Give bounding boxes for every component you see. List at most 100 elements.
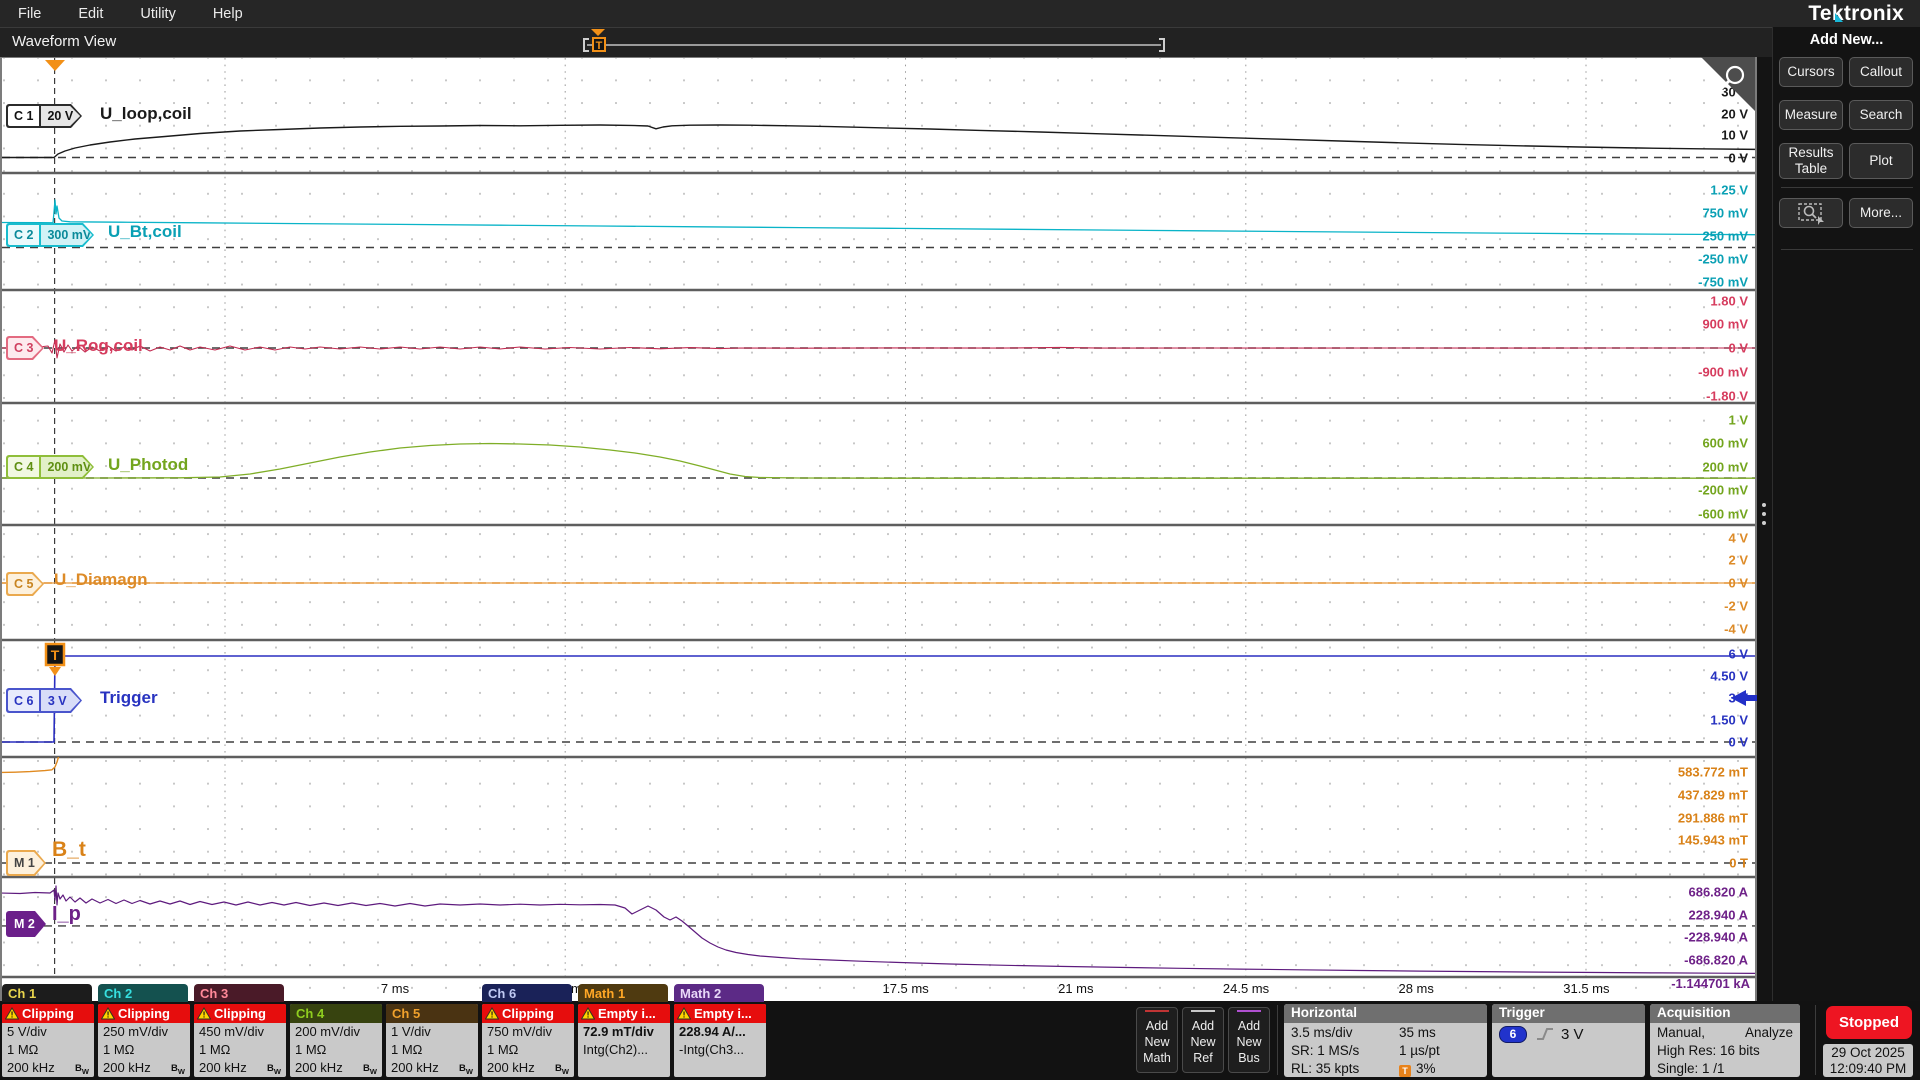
channel-box-header-ch4: Ch 4 xyxy=(290,1004,382,1023)
zoom-select-button[interactable] xyxy=(1779,198,1843,228)
menu-item-help[interactable]: Help xyxy=(213,6,243,22)
bandwidth-limit-icon: BW xyxy=(171,1060,185,1077)
run-stop-status-button[interactable]: Stopped xyxy=(1826,1006,1912,1039)
channel-box-ch5[interactable]: Ch 51 V/div1 MΩ200 kHzBW xyxy=(386,1004,478,1077)
channel-tab-ch2[interactable]: Ch 2 xyxy=(98,984,188,1002)
trigger-panel[interactable]: Trigger 6 3 V xyxy=(1492,1004,1645,1077)
acquisition-panel[interactable]: Acquisition Manual,AnalyzeHigh Res: 16 b… xyxy=(1650,1004,1800,1077)
warning-icon: ! xyxy=(581,1007,595,1020)
trigger-level-arrow-icon[interactable] xyxy=(1731,689,1757,707)
horizontal-row: 3.5 ms/div35 ms xyxy=(1284,1024,1487,1042)
channel-box-ch1[interactable]: !Clipping5 V/div1 MΩ200 kHzBW xyxy=(2,1004,94,1077)
y-axis-label-ch2: 250 mV xyxy=(1600,229,1748,244)
time-axis-label: 24.5 ms xyxy=(1223,981,1269,996)
channel-box-ch4[interactable]: Ch 4200 mV/div1 MΩ200 kHzBW xyxy=(290,1004,382,1077)
zoom-select-icon xyxy=(1796,201,1826,225)
y-axis-label-math2: 228.940 A xyxy=(1600,907,1748,922)
svg-text:!: ! xyxy=(11,1010,14,1020)
channel-title-ch5: U_Diamagn xyxy=(54,570,148,590)
channel-setting-row: 1 MΩ xyxy=(98,1041,190,1059)
channel-box-ch3[interactable]: !Clipping450 mV/div1 MΩ200 kHzBW xyxy=(194,1004,286,1077)
sidebar-button-search[interactable]: Search xyxy=(1849,100,1913,130)
channel-box-math1[interactable]: !Empty i...72.9 mT/divIntg(Ch2)... xyxy=(578,1004,670,1077)
channel-badge-inner: M 2 xyxy=(8,913,44,935)
channel-tab-ch3[interactable]: Ch 3 xyxy=(194,984,284,1002)
timeline-trigger-t-icon[interactable]: T xyxy=(592,37,606,52)
trace-ch6 xyxy=(0,656,1757,742)
channel-title-ch4: U_Photod xyxy=(108,455,188,475)
menu-item-edit[interactable]: Edit xyxy=(78,6,103,22)
channel-setting-row: 450 mV/div xyxy=(194,1023,286,1041)
clipping-banner: !Clipping xyxy=(482,1004,574,1023)
bandwidth-limit-icon: BW xyxy=(75,1060,89,1077)
record-view-timeline[interactable]: T xyxy=(583,28,1165,57)
channel-tab-ch1[interactable]: Ch 1 xyxy=(2,984,92,1002)
more-button[interactable]: More... xyxy=(1849,198,1913,228)
y-axis-label-ch5: -4 V xyxy=(1600,621,1748,636)
y-axis-label-math1: 291.886 mT xyxy=(1600,810,1748,825)
sidebar-button-cursors[interactable]: Cursors xyxy=(1779,57,1843,87)
accent-line xyxy=(1145,1010,1169,1012)
bottom-settings-bar: Ch 1!Clipping5 V/div1 MΩ200 kHzBWCh 2!Cl… xyxy=(0,1001,1920,1080)
right-sidebar: Add New... CursorsCalloutMeasureSearchRe… xyxy=(1772,27,1920,1001)
channel-title-ch2: U_Bt,coil xyxy=(108,222,182,242)
channel-setting-row: 1 MΩ xyxy=(194,1041,286,1059)
channel-box-ch6[interactable]: !Clipping750 mV/div1 MΩ200 kHzBW xyxy=(482,1004,574,1077)
horizontal-panel[interactable]: Horizontal 3.5 ms/div35 msSR: 1 MS/s1 µs… xyxy=(1284,1004,1487,1077)
trigger-position-icon xyxy=(45,60,65,71)
channel-box-math2[interactable]: !Empty i...228.94 A/...-Intg(Ch3... xyxy=(674,1004,766,1077)
horizontal-value: SR: 1 MS/s xyxy=(1291,1042,1399,1060)
time-axis-label: 17.5 ms xyxy=(882,981,928,996)
trigger-level-value: 3 V xyxy=(1561,1026,1584,1044)
bandwidth-limit-icon: BW xyxy=(459,1060,473,1077)
channel-badge-ch6[interactable]: C 63 V xyxy=(6,688,82,713)
menu-item-file[interactable]: File xyxy=(18,6,41,22)
clipping-banner: !Empty i... xyxy=(578,1004,670,1023)
channel-badge-ch2[interactable]: C 2300 mV xyxy=(6,223,94,247)
drag-handle-icon[interactable] xyxy=(1762,503,1766,507)
y-axis-label-ch6: 4.50 V xyxy=(1600,669,1748,684)
sidebar-button-results-table[interactable]: Results Table xyxy=(1779,143,1843,179)
sidebar-button-plot[interactable]: Plot xyxy=(1849,143,1913,179)
trigger-source-badge[interactable]: 6 xyxy=(1499,1026,1527,1043)
y-axis-label-ch4: 200 mV xyxy=(1600,459,1748,474)
divider xyxy=(1277,1005,1278,1075)
y-axis-label-ch5: 0 V xyxy=(1600,576,1748,591)
channel-badge-name: C 5 xyxy=(8,574,39,594)
time-axis-label: 21 ms xyxy=(1058,981,1093,996)
add-new-math-button[interactable]: AddNewMath xyxy=(1136,1007,1178,1073)
tab-waveform-view[interactable]: Waveform View xyxy=(12,33,116,50)
channel-tab-math2[interactable]: Math 2 xyxy=(674,984,764,1002)
draw-zoom-corner-icon[interactable] xyxy=(1698,56,1757,116)
horizontal-value: 35 ms xyxy=(1399,1024,1436,1042)
sidebar-button-callout[interactable]: Callout xyxy=(1849,57,1913,87)
trace-math2 xyxy=(0,886,1757,973)
channel-badge-ch4[interactable]: C 4200 mV xyxy=(6,455,94,479)
y-axis-label-ch5: 2 V xyxy=(1600,553,1748,568)
channel-setting-row: 1 V/div xyxy=(386,1023,478,1041)
accent-line xyxy=(1237,1010,1261,1012)
svg-text:!: ! xyxy=(203,1010,206,1020)
menu-items: File Edit Utility Help xyxy=(18,5,280,23)
svg-text:T: T xyxy=(51,647,60,663)
add-new-bus-button[interactable]: AddNewBus xyxy=(1228,1007,1270,1073)
channel-setting-row: 200 kHzBW xyxy=(194,1059,286,1077)
sidebar-button-measure[interactable]: Measure xyxy=(1779,100,1843,130)
channel-tab-ch6[interactable]: Ch 6 xyxy=(482,984,572,1002)
channel-badge-ch1[interactable]: C 120 V xyxy=(6,104,82,128)
channel-badge-inner: C 4200 mV xyxy=(8,457,92,477)
channel-title-math1: B_t xyxy=(52,838,86,862)
trigger-panel-title: Trigger xyxy=(1492,1004,1645,1023)
channel-tab-math1[interactable]: Math 1 xyxy=(578,984,668,1002)
add-new-ref-button[interactable]: AddNewRef xyxy=(1182,1007,1224,1073)
time-axis-label: 28 ms xyxy=(1398,981,1433,996)
y-axis-label-ch6: 6 V xyxy=(1600,647,1748,662)
warning-icon: ! xyxy=(485,1007,499,1020)
channel-box-ch2[interactable]: !Clipping250 mV/div1 MΩ200 kHzBW xyxy=(98,1004,190,1077)
bandwidth-limit-icon: BW xyxy=(555,1060,569,1077)
y-axis-label-ch3: 1.80 V xyxy=(1600,293,1748,308)
channel-badge-inner: C 120 V xyxy=(8,106,80,126)
y-axis-label-ch2: -250 mV xyxy=(1600,252,1748,267)
y-axis-label-ch3: -1.80 V xyxy=(1600,388,1748,403)
menu-item-utility[interactable]: Utility xyxy=(140,6,175,22)
